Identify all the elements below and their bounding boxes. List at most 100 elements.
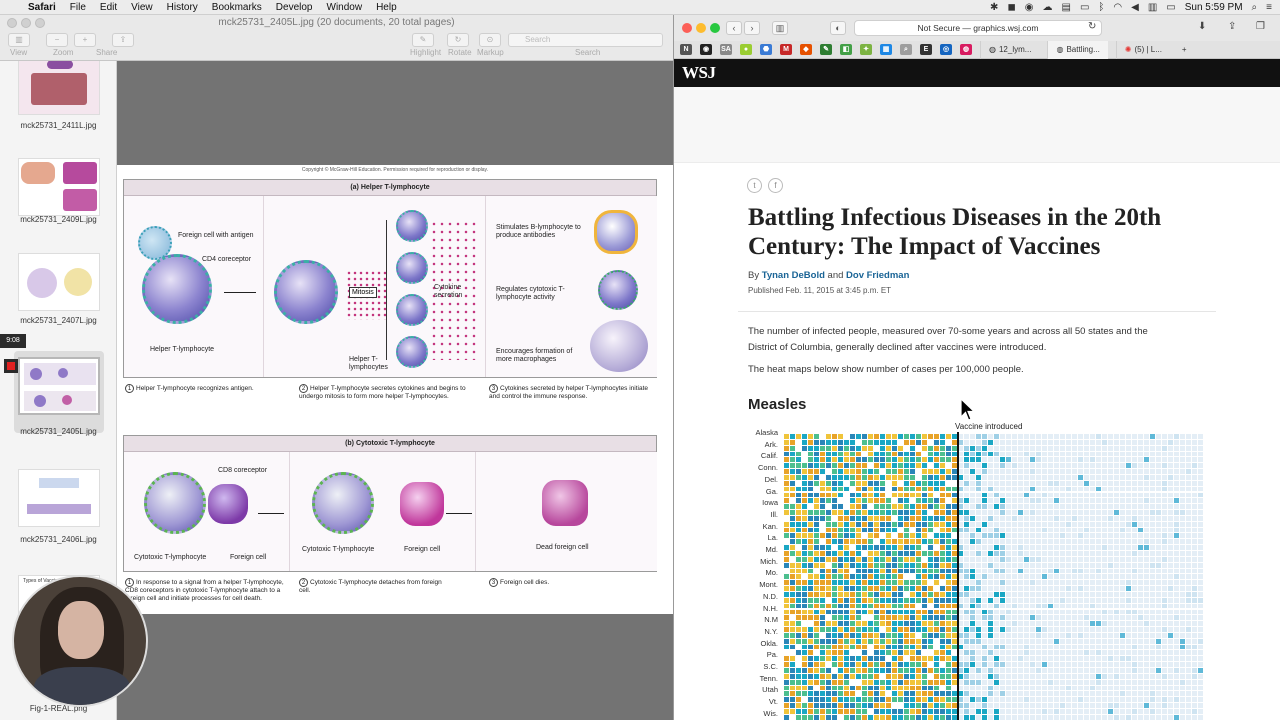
author-link-1[interactable]: Tynan DeBold (762, 270, 825, 281)
bookmark-icon[interactable]: N (680, 44, 692, 55)
share-icon[interactable]: ⇪ (1228, 21, 1236, 32)
menu-clock[interactable]: Sun 5:59 PM (1185, 2, 1243, 13)
wsj-logo[interactable]: WSJ (682, 63, 716, 83)
bookmark-icon[interactable]: ◧ (840, 44, 852, 55)
heatmap-cell (808, 708, 813, 714)
facebook-icon[interactable]: f (768, 178, 783, 193)
sidebar-icon[interactable]: ▥ (772, 21, 788, 35)
menu-app-name[interactable]: Safari (22, 2, 64, 13)
back-button[interactable]: ‹ (726, 21, 742, 35)
share-icon[interactable]: ⇪ (112, 33, 134, 47)
heatmap-cell (856, 591, 861, 597)
bookmark-icon[interactable]: ● (740, 44, 752, 55)
menu-edit[interactable]: Edit (94, 2, 125, 13)
step-text: Cytotoxic T-lymphocyte detaches from for… (299, 579, 442, 594)
menu-history[interactable]: History (161, 2, 206, 13)
safari-close-button[interactable] (682, 23, 692, 33)
camera-icon[interactable]: ◼ (1007, 2, 1015, 13)
heatmap-cell (940, 668, 945, 673)
thumbnail-2407[interactable] (18, 253, 100, 311)
bookmark-icon[interactable]: ◆ (800, 44, 812, 55)
menu-window[interactable]: Window (321, 2, 371, 13)
thumbnail-2406[interactable] (18, 469, 100, 527)
thumbnail-2409[interactable] (18, 158, 100, 216)
menu-develop[interactable]: Develop (270, 2, 321, 13)
safari-zoom-button[interactable] (710, 23, 720, 33)
heatmap-cell (1156, 504, 1161, 510)
rotate-icon[interactable]: ↻ (447, 33, 469, 47)
bluetooth-icon[interactable]: ᛒ (1098, 2, 1104, 13)
heatmap-cell (970, 656, 975, 662)
heatmap-cell (1054, 568, 1059, 574)
cloud-icon[interactable]: ☁ (1042, 2, 1052, 13)
heatmap-cell (796, 486, 801, 492)
heatmap-cell (1174, 697, 1179, 703)
safari-minimize-button[interactable] (696, 23, 706, 33)
reader-icon[interactable]: ◐ (830, 21, 846, 35)
volume-icon[interactable]: ◀ (1131, 2, 1139, 13)
stop-recording-button[interactable] (4, 359, 18, 373)
clipboard-icon[interactable]: ▤ (1061, 2, 1070, 13)
reload-icon[interactable]: ↻ (1088, 21, 1096, 32)
battery-icon[interactable]: ▭ (1166, 2, 1175, 13)
heatmap-cell (1048, 498, 1053, 504)
download-icon[interactable]: ⬇ (1198, 21, 1206, 32)
heatmap-cell (976, 504, 981, 510)
bookmark-icon[interactable]: M (780, 44, 792, 55)
sidebar-toggle-icon[interactable]: ▥ (8, 33, 30, 47)
heatmap-cell (820, 591, 825, 597)
heatmap-cell (1150, 615, 1155, 621)
zoom-out-icon[interactable]: − (46, 33, 68, 47)
record-icon[interactable]: ◉ (1025, 2, 1034, 13)
spotlight-search-icon[interactable]: ⌕ (1252, 2, 1258, 13)
flag-icon[interactable]: ▥ (1148, 2, 1157, 13)
tab-lymph[interactable]: ◍ 12_lym... (980, 40, 1039, 59)
twitter-icon[interactable]: t (747, 178, 762, 193)
heatmap-cell (1102, 609, 1107, 615)
tabs-overview-icon[interactable]: ❐ (1256, 21, 1265, 32)
heatmap-cell (862, 451, 867, 457)
heatmap-cell (1096, 480, 1101, 486)
highlight-icon[interactable]: ✎ (412, 33, 434, 47)
menu-view[interactable]: View (125, 2, 161, 13)
new-tab-button[interactable]: + (1178, 41, 1191, 59)
notification-center-icon[interactable]: ≡ (1266, 2, 1272, 13)
thumbnail-2405-selected[interactable] (18, 357, 100, 415)
menu-help[interactable]: Help (370, 2, 405, 13)
bookmark-icon[interactable]: SA (720, 44, 732, 55)
forward-button[interactable]: › (744, 21, 760, 35)
bookmark-icon[interactable]: ▦ (880, 44, 892, 55)
zoom-in-icon[interactable]: + (74, 33, 96, 47)
heatmap-cell (856, 685, 861, 691)
bookmark-icon[interactable]: E (920, 44, 932, 55)
bookmark-icon[interactable]: ◉ (700, 44, 712, 55)
preview-search-input[interactable]: Search (508, 33, 663, 47)
settings-gear-icon[interactable]: ✱ (990, 2, 998, 13)
heatmap-cell (1054, 474, 1059, 480)
airplay-icon[interactable]: ▭ (1080, 2, 1089, 13)
heatmap-cell (1000, 662, 1005, 667)
heatmap-cell (976, 632, 981, 638)
menu-file[interactable]: File (64, 2, 94, 13)
bookmark-icon[interactable]: ◍ (960, 44, 972, 55)
bookmark-icon[interactable]: ⌕ (900, 44, 912, 55)
heatmap-cell (1036, 714, 1041, 720)
heatmap-cell (1048, 685, 1053, 691)
heatmap-cell (904, 644, 909, 650)
bookmark-icon[interactable]: ⬣ (760, 44, 772, 55)
heatmap-cell (1162, 632, 1167, 638)
tab-other[interactable]: ✺ (5) | L... (1115, 40, 1170, 59)
tab-battling-active[interactable]: ◍ Battling... (1047, 40, 1108, 59)
wifi-icon[interactable]: ◠ (1113, 2, 1122, 13)
bookmark-icon[interactable]: ◎ (940, 44, 952, 55)
markup-icon[interactable]: ⊙ (479, 33, 501, 47)
heatmap-cell (898, 615, 903, 621)
heatmap-cell (808, 498, 813, 504)
author-link-2[interactable]: Dov Friedman (846, 270, 909, 281)
bookmark-icon[interactable]: ✎ (820, 44, 832, 55)
thumbnail-2411[interactable] (18, 61, 100, 115)
menu-bookmarks[interactable]: Bookmarks (206, 2, 270, 13)
heatmap-cell (784, 533, 789, 539)
address-bar[interactable]: Not Secure — graphics.wsj.com (854, 20, 1102, 36)
bookmark-icon[interactable]: ✦ (860, 44, 872, 55)
